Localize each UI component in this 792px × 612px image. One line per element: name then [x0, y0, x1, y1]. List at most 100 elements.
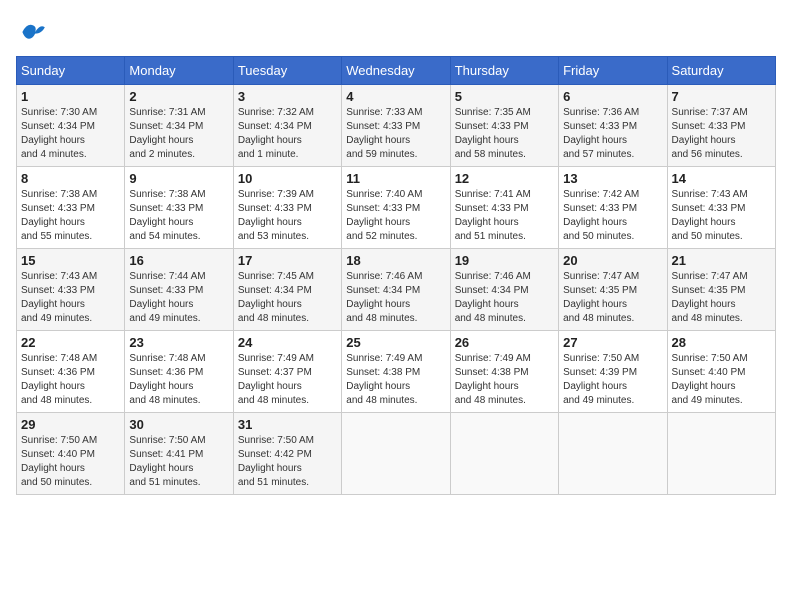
day-number: 15: [21, 253, 120, 268]
daylight-duration: and 2 minutes.: [129, 149, 195, 160]
calendar-day-cell: 30 Sunrise: 7:50 AMSunset: 4:41 PMDayligh…: [125, 413, 233, 495]
sunrise-label: Sunrise: 7:43 AM: [672, 189, 748, 200]
sunrise-label: Sunrise: 7:49 AM: [238, 353, 314, 364]
day-number: 7: [672, 89, 771, 104]
weekday-header-friday: Friday: [559, 57, 667, 85]
sunrise-label: Sunrise: 7:33 AM: [346, 107, 422, 118]
daylight-duration: and 1 minute.: [238, 149, 299, 160]
day-number: 14: [672, 171, 771, 186]
calendar-day-cell: 6Sunrise: 7:36 AMSunset: 4:33 PMDaylight…: [559, 85, 667, 167]
day-number: 31: [238, 417, 337, 432]
daylight-duration: and 53 minutes.: [238, 231, 309, 242]
daylight-duration: and 4 minutes.: [21, 149, 87, 160]
calendar-day-cell: 31Sunrise: 7:50 AMSunset: 4:42 PMDayligh…: [233, 413, 341, 495]
daylight-label: Daylight hours: [21, 381, 85, 392]
calendar-day-cell: 5 Sunrise: 7:35 AMSunset: 4:33 PMDaylight…: [450, 85, 558, 167]
day-info: Sunrise: 7:32 AMSunset: 4:34 PMDaylight …: [238, 106, 337, 162]
day-number: 13: [563, 171, 662, 186]
calendar-day-cell: 19Sunrise: 7:46 AMSunset: 4:34 PMDayligh…: [450, 249, 558, 331]
calendar-day-cell: 14 Sunrise: 7:43 AMSunset: 4:33 PMDayligh…: [667, 167, 775, 249]
empty-day-cell: [559, 413, 667, 495]
sunrise-label: Sunrise: 7:37 AM: [672, 107, 748, 118]
sunrise-label: Sunrise: 7:41 AM: [455, 189, 531, 200]
calendar-week-row: 22Sunrise: 7:48 AMSunset: 4:36 PMDayligh…: [17, 331, 776, 413]
day-info: Sunrise: 7:37 AMSunset: 4:33 PMDaylight …: [672, 106, 771, 162]
day-info: Sunrise: 7:47 AMSunset: 4:35 PMDaylight …: [672, 270, 771, 326]
day-info: Sunrise: 7:35 AMSunset: 4:33 PMDaylight …: [455, 106, 554, 162]
daylight-duration: and 48 minutes.: [129, 395, 200, 406]
calendar-day-cell: 24Sunrise: 7:49 AMSunset: 4:37 PMDayligh…: [233, 331, 341, 413]
calendar-day-cell: 21Sunrise: 7:47 AMSunset: 4:35 PMDayligh…: [667, 249, 775, 331]
daylight-duration: and 49 minutes.: [672, 395, 743, 406]
calendar-day-cell: 1Sunrise: 7:30 AMSunset: 4:34 PMDaylight…: [17, 85, 125, 167]
day-number: 16: [129, 253, 228, 268]
day-number: 17: [238, 253, 337, 268]
day-number: 2: [129, 89, 228, 104]
sunset-label: Sunset: 4:33 PM: [563, 203, 637, 214]
calendar-day-cell: 11Sunrise: 7:40 AMSunset: 4:33 PMDayligh…: [342, 167, 450, 249]
daylight-label: Daylight hours: [238, 217, 302, 228]
calendar-week-row: 29Sunrise: 7:50 AMSunset: 4:40 PMDayligh…: [17, 413, 776, 495]
daylight-duration: and 55 minutes.: [21, 231, 92, 242]
day-info: Sunrise: 7:46 AMSunset: 4:34 PMDaylight …: [346, 270, 445, 326]
daylight-duration: and 52 minutes.: [346, 231, 417, 242]
daylight-duration: and 57 minutes.: [563, 149, 634, 160]
daylight-duration: and 48 minutes.: [563, 313, 634, 324]
daylight-label: Daylight hours: [21, 135, 85, 146]
calendar-day-cell: 25Sunrise: 7:49 AMSunset: 4:38 PMDayligh…: [342, 331, 450, 413]
daylight-label: Daylight hours: [21, 217, 85, 228]
calendar-day-cell: 20Sunrise: 7:47 AMSunset: 4:35 PMDayligh…: [559, 249, 667, 331]
sunset-label: Sunset: 4:34 PM: [21, 121, 95, 132]
daylight-duration: and 50 minutes.: [672, 231, 743, 242]
sunrise-label: Sunrise: 7:38 AM: [129, 189, 205, 200]
calendar-day-cell: 10Sunrise: 7:39 AMSunset: 4:33 PMDayligh…: [233, 167, 341, 249]
sunrise-label: Sunrise: 7:49 AM: [346, 353, 422, 364]
day-info: Sunrise: 7:43 AMSunset: 4:33 PMDaylight …: [672, 188, 771, 244]
day-info: Sunrise: 7:50 AMSunset: 4:40 PMDaylight …: [21, 434, 120, 490]
daylight-duration: and 51 minutes.: [129, 477, 200, 488]
weekday-header-tuesday: Tuesday: [233, 57, 341, 85]
day-number: 30: [129, 417, 228, 432]
daylight-duration: and 48 minutes.: [346, 395, 417, 406]
day-info: Sunrise: 7:42 AMSunset: 4:33 PMDaylight …: [563, 188, 662, 244]
sunrise-label: Sunrise: 7:30 AM: [21, 107, 97, 118]
daylight-label: Daylight hours: [346, 135, 410, 146]
weekday-header-sunday: Sunday: [17, 57, 125, 85]
day-number: 5: [455, 89, 554, 104]
daylight-duration: and 48 minutes.: [672, 313, 743, 324]
day-info: Sunrise: 7:38 AMSunset: 4:33 PMDaylight …: [129, 188, 228, 244]
daylight-label: Daylight hours: [346, 381, 410, 392]
calendar-day-cell: 15Sunrise: 7:43 AMSunset: 4:33 PMDayligh…: [17, 249, 125, 331]
day-info: Sunrise: 7:50 AMSunset: 4:41 PMDaylight …: [129, 434, 228, 490]
calendar-day-cell: 4Sunrise: 7:33 AMSunset: 4:33 PMDaylight…: [342, 85, 450, 167]
calendar-week-row: 1Sunrise: 7:30 AMSunset: 4:34 PMDaylight…: [17, 85, 776, 167]
day-info: Sunrise: 7:49 AMSunset: 4:38 PMDaylight …: [455, 352, 554, 408]
day-number: 3: [238, 89, 337, 104]
sunset-label: Sunset: 4:33 PM: [21, 285, 95, 296]
sunset-label: Sunset: 4:33 PM: [129, 285, 203, 296]
calendar-day-cell: 13 Sunrise: 7:42 AMSunset: 4:33 PMDayligh…: [559, 167, 667, 249]
daylight-duration: and 58 minutes.: [455, 149, 526, 160]
daylight-label: Daylight hours: [238, 299, 302, 310]
sunrise-label: Sunrise: 7:31 AM: [129, 107, 205, 118]
sunset-label: Sunset: 4:40 PM: [672, 367, 746, 378]
sunrise-label: Sunrise: 7:43 AM: [21, 271, 97, 282]
day-info: Sunrise: 7:49 AMSunset: 4:37 PMDaylight …: [238, 352, 337, 408]
daylight-label: Daylight hours: [346, 299, 410, 310]
daylight-label: Daylight hours: [238, 381, 302, 392]
sunset-label: Sunset: 4:33 PM: [563, 121, 637, 132]
sunset-label: Sunset: 4:38 PM: [455, 367, 529, 378]
sunrise-label: Sunrise: 7:36 AM: [563, 107, 639, 118]
empty-day-cell: [342, 413, 450, 495]
calendar-day-cell: 3 Sunrise: 7:32 AMSunset: 4:34 PMDaylight…: [233, 85, 341, 167]
sunrise-label: Sunrise: 7:47 AM: [672, 271, 748, 282]
day-number: 26: [455, 335, 554, 350]
sunset-label: Sunset: 4:34 PM: [455, 285, 529, 296]
day-info: Sunrise: 7:48 AMSunset: 4:36 PMDaylight …: [129, 352, 228, 408]
weekday-header-monday: Monday: [125, 57, 233, 85]
sunrise-label: Sunrise: 7:38 AM: [21, 189, 97, 200]
sunrise-label: Sunrise: 7:44 AM: [129, 271, 205, 282]
day-info: Sunrise: 7:44 AMSunset: 4:33 PMDaylight …: [129, 270, 228, 326]
calendar-day-cell: 9Sunrise: 7:38 AMSunset: 4:33 PMDaylight…: [125, 167, 233, 249]
daylight-duration: and 48 minutes.: [238, 395, 309, 406]
